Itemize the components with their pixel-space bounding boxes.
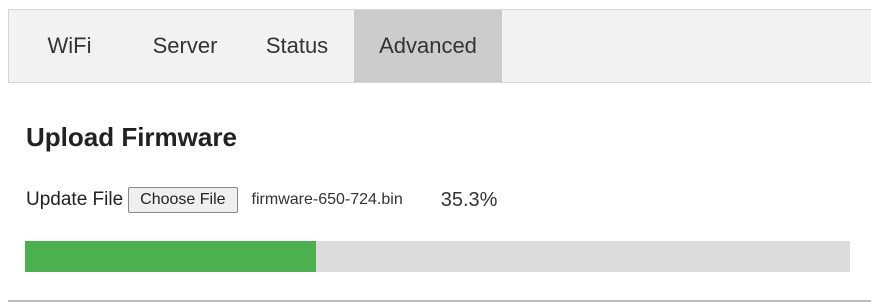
- tab-bar: WiFi Server Status Advanced: [8, 9, 871, 83]
- tab-advanced[interactable]: Advanced: [354, 10, 502, 82]
- section-title: Upload Firmware: [26, 122, 237, 152]
- divider: [8, 300, 871, 302]
- tab-status[interactable]: Status: [240, 10, 354, 82]
- tab-server[interactable]: Server: [130, 10, 240, 82]
- selected-filename: firmware-650-724.bin: [251, 191, 403, 208]
- upload-row: Update File Choose File firmware-650-724…: [26, 185, 497, 215]
- tab-wifi[interactable]: WiFi: [9, 10, 130, 82]
- choose-file-button[interactable]: Choose File: [128, 187, 238, 213]
- update-file-label: Update File: [26, 189, 124, 210]
- upload-percent: 35.3%: [440, 188, 498, 211]
- tab-advanced-label: Advanced: [379, 33, 477, 58]
- tab-status-label: Status: [265, 33, 329, 58]
- upload-progress-bar: [25, 241, 850, 272]
- tab-wifi-label: WiFi: [47, 33, 92, 58]
- upload-progress-fill: [25, 241, 317, 272]
- tab-server-label: Server: [152, 33, 218, 58]
